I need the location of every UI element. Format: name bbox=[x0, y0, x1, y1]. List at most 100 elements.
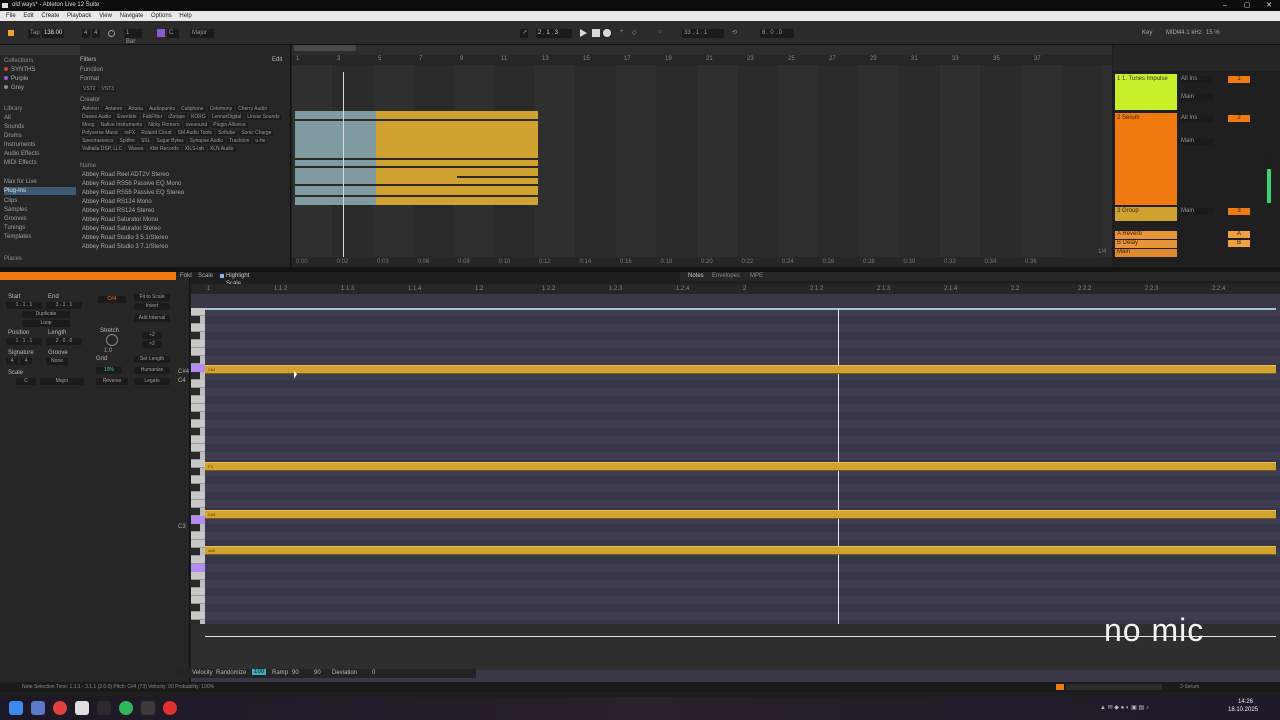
piano-key[interactable] bbox=[191, 356, 200, 364]
windows-start-icon[interactable] bbox=[9, 701, 23, 715]
track-1-title[interactable]: 1 1. Tunes Impulse bbox=[1115, 74, 1177, 110]
set-length-button[interactable]: Set Length bbox=[134, 356, 170, 363]
plugin-item[interactable]: Abbey Road RS124 Mono bbox=[82, 198, 282, 206]
duplicate-button[interactable]: Duplicate bbox=[22, 311, 70, 318]
piano-key[interactable] bbox=[191, 340, 205, 348]
time-ruler[interactable]: 0:00 0:02 0:03 0:06 0:08 0:10 0:12 0:14 0:16 0:18… bbox=[292, 257, 1112, 267]
creator-tag[interactable]: Sugar Bytes bbox=[154, 138, 186, 144]
tap-button[interactable]: Tap bbox=[28, 29, 40, 38]
creator-tag[interactable]: Celemony bbox=[207, 106, 235, 112]
piano-key[interactable] bbox=[191, 452, 200, 460]
tab-mpe[interactable]: MPE bbox=[750, 273, 763, 279]
menu-view[interactable]: View bbox=[99, 13, 112, 19]
collection-grey[interactable]: Grey bbox=[4, 84, 24, 93]
start-field[interactable]: 1 . 1 . 1 bbox=[6, 302, 42, 309]
creator-tag[interactable]: Sonic Charge bbox=[239, 130, 274, 136]
library-samples[interactable]: Samples bbox=[4, 206, 27, 214]
piano-key[interactable] bbox=[191, 508, 200, 516]
notepad-icon[interactable] bbox=[75, 701, 89, 715]
key-select[interactable]: C bbox=[167, 29, 179, 38]
record-icon[interactable] bbox=[603, 29, 611, 37]
creator-tag[interactable]: Caliphone bbox=[179, 106, 206, 112]
function-filter[interactable]: Function bbox=[80, 67, 103, 73]
piano-key[interactable] bbox=[191, 372, 200, 380]
invert-button[interactable]: Invert bbox=[134, 303, 170, 310]
plugin-item[interactable]: Abbey Road Studio 3 7.1/Stereo bbox=[82, 243, 282, 251]
note-name-field[interactable]: C#4 bbox=[98, 296, 126, 303]
randomize-label[interactable]: Randomize bbox=[216, 670, 246, 676]
piano-key[interactable] bbox=[191, 444, 205, 452]
piano-key[interactable] bbox=[191, 604, 200, 612]
creator-tag[interactable]: LennarDigital bbox=[209, 114, 244, 120]
piano-key[interactable] bbox=[191, 436, 205, 444]
time-signature-denominator[interactable]: 4 bbox=[92, 29, 100, 38]
track-2-input[interactable]: All Ins bbox=[1181, 115, 1213, 122]
library-sounds[interactable]: Sounds bbox=[4, 123, 24, 131]
file-explorer-icon[interactable] bbox=[31, 701, 45, 715]
play-icon[interactable] bbox=[580, 29, 587, 37]
clock-time[interactable]: 14:26 bbox=[1238, 699, 1253, 705]
creator-tag[interactable]: Roland Cloud bbox=[139, 130, 174, 136]
plugin-item[interactable]: Abbey Road Studio 3 5.1/Stereo bbox=[82, 234, 282, 242]
creator-tag[interactable]: iZotope bbox=[166, 114, 188, 120]
track-3-number[interactable]: 3 bbox=[1228, 208, 1250, 215]
piano-key[interactable] bbox=[191, 612, 205, 620]
humanize-button[interactable]: Humanize bbox=[134, 367, 170, 374]
pen-tool-icon[interactable] bbox=[141, 701, 155, 715]
piano-key[interactable] bbox=[191, 388, 200, 396]
creator-tag[interactable]: Waves bbox=[126, 146, 146, 152]
plugin-item[interactable]: Abbey Road Reel ADT2V Stereo bbox=[82, 171, 282, 179]
piano-key[interactable] bbox=[191, 316, 200, 324]
follow-icon[interactable]: ↗ bbox=[520, 29, 528, 38]
piano-key[interactable] bbox=[191, 484, 200, 492]
piano-key[interactable] bbox=[191, 588, 205, 596]
scale-select[interactable]: Major bbox=[190, 29, 214, 38]
piano-key[interactable] bbox=[191, 380, 205, 388]
automation-arm-icon[interactable]: ◇ bbox=[632, 29, 640, 37]
menu-playback[interactable]: Playback bbox=[67, 13, 91, 19]
track-2-monitor[interactable]: Main bbox=[1181, 138, 1213, 145]
library-audio-effects[interactable]: Audio Effects bbox=[4, 150, 39, 158]
piano-keys[interactable] bbox=[191, 308, 205, 628]
creator-tag[interactable]: Eventide bbox=[115, 114, 139, 120]
library-all[interactable]: All bbox=[4, 114, 11, 122]
track-3-monitor[interactable]: Main bbox=[1181, 208, 1213, 215]
track-1-monitor[interactable]: Main bbox=[1181, 94, 1213, 101]
name-column-header[interactable]: Name bbox=[80, 163, 96, 169]
midi-map-label[interactable]: MIDI bbox=[1166, 30, 1179, 36]
length-field[interactable]: 2 . 0 . 0 bbox=[46, 338, 82, 345]
stretch-knob[interactable] bbox=[106, 334, 118, 346]
time-signature-numerator[interactable]: 4 bbox=[82, 29, 90, 38]
piano-key[interactable] bbox=[191, 348, 205, 356]
menu-file[interactable]: File bbox=[6, 13, 16, 19]
creator-tag[interactable]: Dawes Audio bbox=[80, 114, 114, 120]
track-1-input[interactable]: All Ins bbox=[1181, 76, 1213, 83]
piano-key[interactable] bbox=[191, 596, 205, 604]
creator-tag[interactable]: Plugin Alliance bbox=[211, 122, 248, 128]
close-button[interactable]: ✕ bbox=[1258, 0, 1280, 11]
piano-key[interactable] bbox=[191, 460, 205, 468]
plugin-item[interactable]: Abbey Road RS124 Stereo bbox=[82, 207, 282, 215]
piano-key[interactable] bbox=[191, 492, 205, 500]
piano-key[interactable] bbox=[191, 540, 205, 548]
browser-search-input[interactable] bbox=[0, 45, 80, 55]
plugin-item[interactable]: Abbey Road RS56 Passive EQ Mono bbox=[82, 180, 282, 188]
piano-key[interactable] bbox=[191, 324, 205, 332]
piano-key[interactable] bbox=[191, 500, 205, 508]
main-track-title[interactable]: Main bbox=[1115, 249, 1177, 257]
creator-tag[interactable]: u-he bbox=[253, 138, 268, 144]
end-field[interactable]: 3 . 1 . 1 bbox=[46, 302, 82, 309]
deviation-value[interactable]: 0 bbox=[372, 670, 375, 676]
library-plug-ins[interactable]: Plug-Ins bbox=[4, 187, 76, 195]
arrangement-position[interactable]: 2 . 1 . 3 bbox=[536, 29, 572, 38]
zoom-fraction[interactable]: 1/4 bbox=[1098, 249, 1106, 255]
legato-button[interactable]: Legato bbox=[134, 378, 170, 385]
plugin-item[interactable]: Abbey Road Saturator Mono bbox=[82, 216, 282, 224]
system-tray-icons[interactable]: ▲ ✉ ◆ ● ◐ ▣ ▤ ♪ bbox=[1100, 704, 1200, 712]
creator-tag[interactable]: FabFilter bbox=[140, 114, 165, 120]
library-grooves[interactable]: Grooves bbox=[4, 215, 27, 223]
library-instruments[interactable]: Instruments bbox=[4, 141, 35, 149]
loop-start-field[interactable]: 33 . 1 . 1 bbox=[682, 29, 724, 38]
creator-tag[interactable]: Xfer Records bbox=[147, 146, 181, 152]
link-icon[interactable] bbox=[8, 30, 14, 36]
